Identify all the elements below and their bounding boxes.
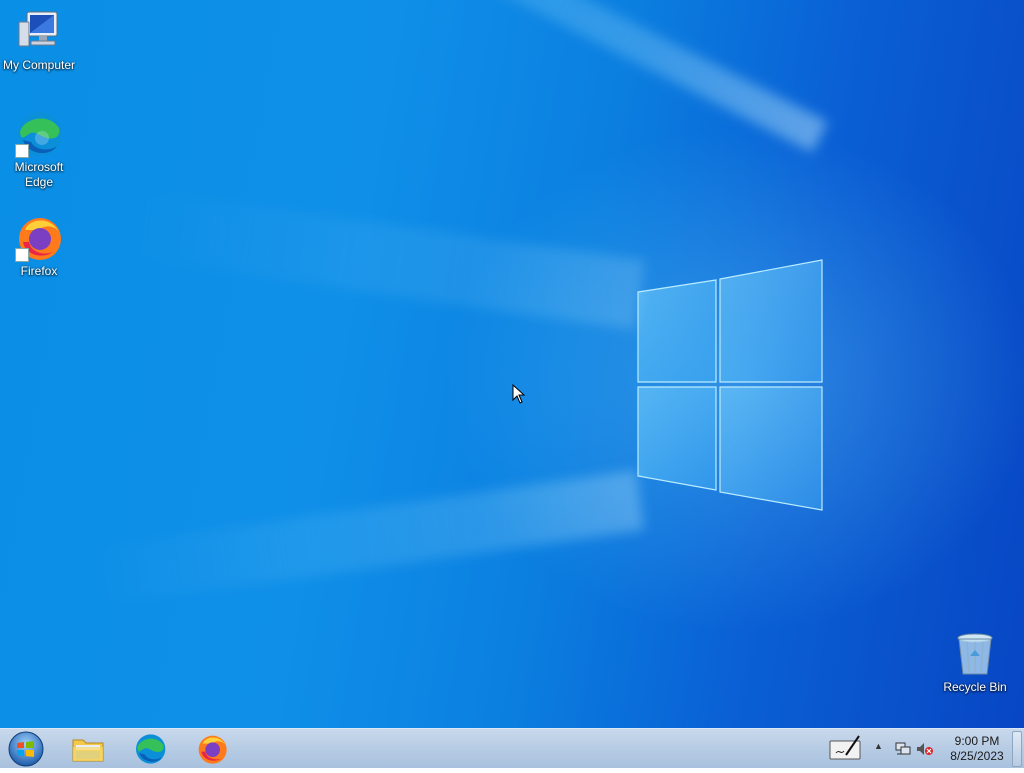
show-desktop-button[interactable]: [1012, 731, 1022, 767]
network-icon[interactable]: [894, 741, 912, 757]
desktop-icon-label: My Computer: [2, 58, 76, 72]
clock-time: 9:00 PM: [954, 734, 1000, 748]
light-beam: [242, 0, 828, 153]
computer-icon: [15, 8, 63, 56]
windows-logo-wallpaper: [637, 259, 823, 511]
light-beam: [81, 470, 645, 608]
desktop-icon-recycle-bin[interactable]: Recycle Bin: [936, 630, 1014, 695]
taskbar-edge-button[interactable]: [124, 731, 176, 767]
taskbar-firefox-button[interactable]: [186, 731, 238, 767]
desktop-icon-label: Recycle Bin: [943, 680, 1007, 694]
firefox-icon: [198, 735, 227, 764]
clock-date: 8/25/2023: [950, 749, 1004, 763]
desktop[interactable]: My Computer Microsoft Edge Firefox Recyc…: [0, 0, 1024, 728]
system-tray: ▲ 9:00 PM 8/25/2023: [814, 729, 1024, 769]
desktop-icon-my-computer[interactable]: My Computer: [0, 8, 78, 73]
desktop-icon-microsoft-edge[interactable]: Microsoft Edge: [0, 110, 78, 190]
show-hidden-icons-arrow[interactable]: ▲: [874, 741, 883, 751]
firefox-icon: [15, 214, 63, 262]
windows-orb-icon: [8, 731, 44, 767]
desktop-icon-firefox[interactable]: Firefox: [0, 214, 78, 279]
edge-icon: [15, 110, 63, 158]
taskbar-file-explorer-button[interactable]: [62, 731, 114, 767]
volume-muted-icon[interactable]: [916, 741, 934, 757]
shortcut-arrow-icon: [15, 248, 29, 262]
desktop-icon-label: Microsoft Edge: [14, 160, 64, 189]
taskbar: ▲ 9:00 PM 8/25/2023: [0, 728, 1024, 768]
desktop-icon-label: Firefox: [20, 264, 58, 278]
pen-input-icon[interactable]: [828, 733, 862, 763]
shortcut-arrow-icon: [15, 144, 29, 158]
folder-icon: [72, 739, 104, 762]
edge-icon: [136, 734, 166, 764]
recycle-bin-icon: [951, 630, 999, 678]
light-beam: [120, 187, 645, 330]
mouse-pointer-icon: [512, 384, 526, 404]
start-button[interactable]: [4, 730, 48, 768]
clock[interactable]: 9:00 PM 8/25/2023: [940, 734, 1014, 764]
